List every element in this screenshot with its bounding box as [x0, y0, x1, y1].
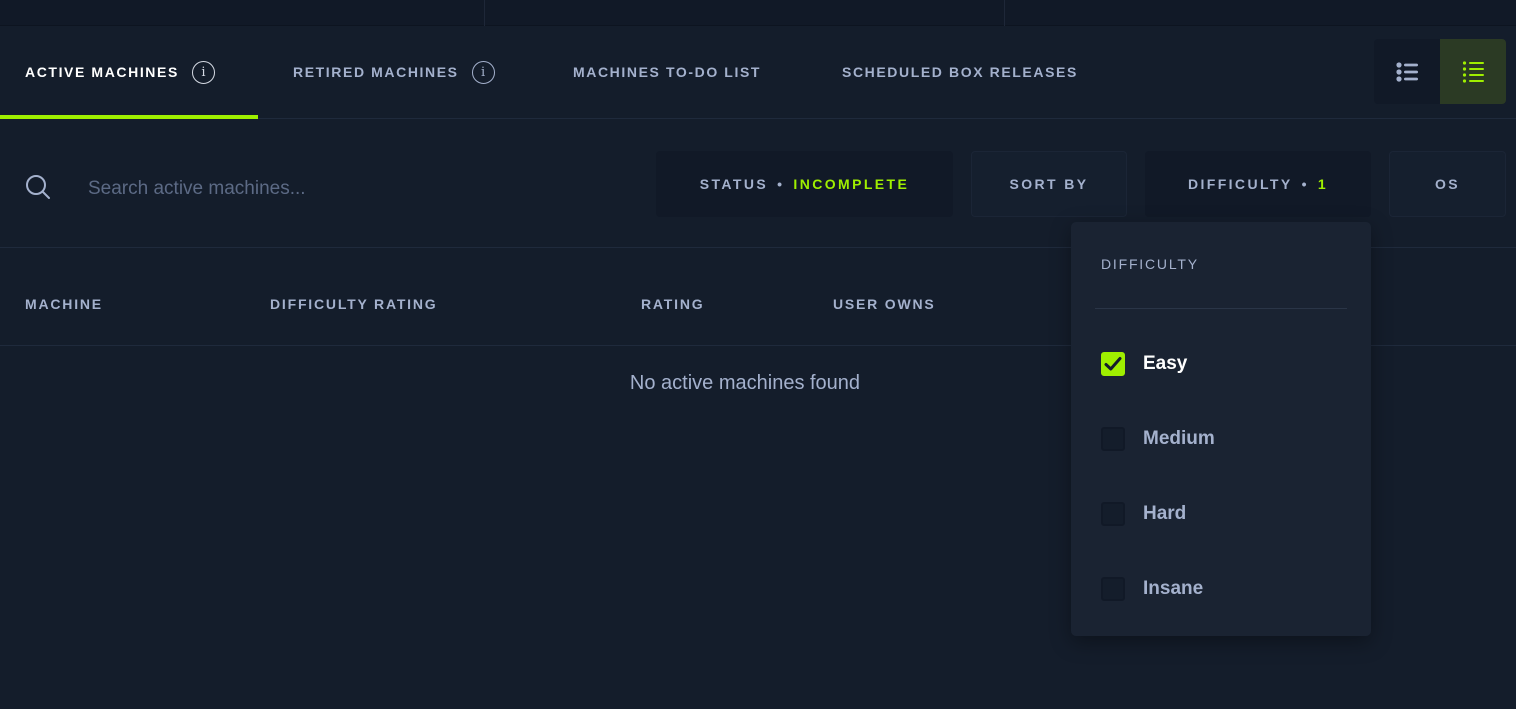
- tabs-bar: ACTIVE MACHINES i RETIRED MACHINES i MAC…: [0, 26, 1516, 119]
- difficulty-option-easy[interactable]: Easy: [1101, 349, 1187, 379]
- difficulty-option-medium[interactable]: Medium: [1101, 424, 1215, 454]
- status-filter-button[interactable]: STATUS • INCOMPLETE: [656, 151, 953, 217]
- top-divider: [484, 0, 485, 26]
- search-icon: [26, 175, 50, 199]
- tab-scheduled-box-releases[interactable]: SCHEDULED BOX RELEASES: [842, 26, 1078, 118]
- column-header-difficulty-rating[interactable]: DIFFICULTY RATING: [270, 296, 437, 312]
- compact-list-icon: [1462, 60, 1484, 83]
- difficulty-filter-label: DIFFICULTY: [1187, 176, 1293, 192]
- column-header-user-owns[interactable]: USER OWNS: [833, 296, 936, 312]
- os-filter-button[interactable]: OS: [1389, 151, 1506, 217]
- info-icon[interactable]: i: [471, 60, 495, 84]
- checkbox[interactable]: [1101, 352, 1125, 376]
- option-label: Hard: [1143, 503, 1187, 524]
- top-strip: [0, 0, 1516, 26]
- compact-list-view-button[interactable]: [1440, 39, 1506, 104]
- tab-label: RETIRED MACHINES: [293, 64, 459, 80]
- difficulty-option-insane[interactable]: Insane: [1101, 574, 1203, 604]
- difficulty-option-hard[interactable]: Hard: [1101, 499, 1186, 529]
- search-input[interactable]: [76, 169, 616, 209]
- checkbox[interactable]: [1101, 577, 1125, 601]
- option-label: Medium: [1143, 428, 1215, 449]
- dropdown-divider: [1095, 308, 1347, 309]
- checkbox[interactable]: [1101, 427, 1125, 451]
- list-view-button[interactable]: [1374, 39, 1440, 104]
- info-icon[interactable]: i: [191, 60, 215, 84]
- sort-by-button[interactable]: SORT BY: [971, 151, 1127, 217]
- option-label: Easy: [1143, 353, 1188, 374]
- list-view-icon: [1396, 61, 1418, 82]
- top-divider: [1004, 0, 1005, 26]
- difficulty-dropdown: DIFFICULTY Easy Medium Hard Insane: [1071, 222, 1371, 636]
- tab-label: MACHINES TO-DO LIST: [573, 64, 762, 80]
- tab-machines-todo-list[interactable]: MACHINES TO-DO LIST: [573, 26, 761, 118]
- tab-label: ACTIVE MACHINES: [25, 64, 179, 80]
- tab-label: SCHEDULED BOX RELEASES: [842, 64, 1078, 80]
- separator-dot: •: [1301, 176, 1309, 192]
- column-header-rating[interactable]: RATING: [641, 296, 704, 312]
- os-filter-label: OS: [1434, 176, 1461, 192]
- tab-retired-machines[interactable]: RETIRED MACHINES i: [293, 26, 495, 118]
- difficulty-filter-button[interactable]: DIFFICULTY • 1: [1145, 151, 1371, 217]
- tab-active-machines[interactable]: ACTIVE MACHINES i: [25, 26, 215, 118]
- option-label: Insane: [1143, 578, 1204, 599]
- sort-by-label: SORT BY: [1009, 176, 1089, 192]
- page: ACTIVE MACHINES i RETIRED MACHINES i MAC…: [0, 0, 1516, 709]
- dropdown-title: DIFFICULTY: [1101, 256, 1199, 272]
- status-filter-label: STATUS: [699, 176, 769, 192]
- checkbox[interactable]: [1101, 502, 1125, 526]
- checkmark-icon: [1104, 357, 1122, 371]
- view-toggle: [1374, 39, 1506, 104]
- status-filter-value: INCOMPLETE: [793, 176, 910, 192]
- column-header-machine[interactable]: MACHINE: [25, 296, 103, 312]
- difficulty-filter-count: 1: [1317, 176, 1329, 192]
- separator-dot: •: [777, 176, 785, 192]
